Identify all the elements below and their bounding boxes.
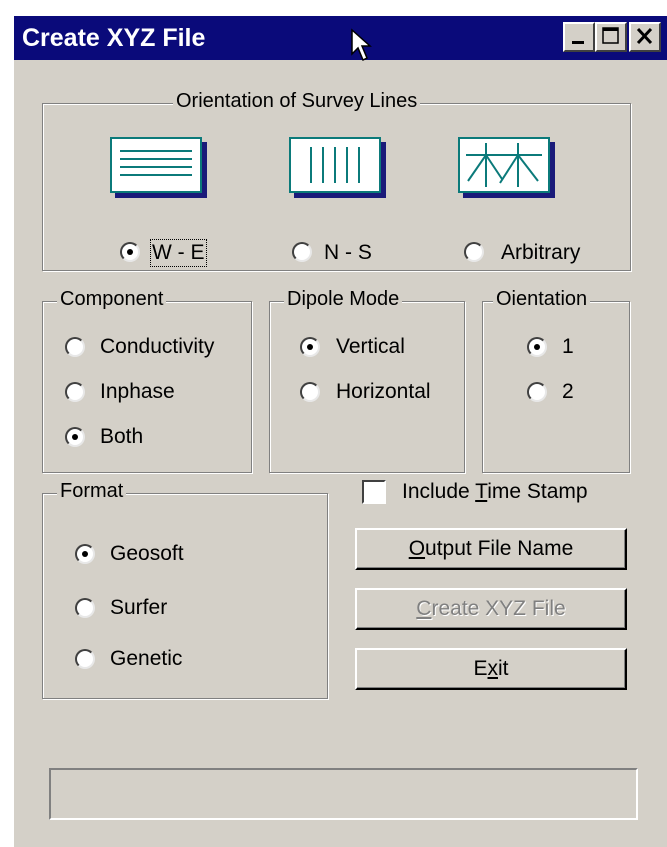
title-bar[interactable]: Create XYZ File — [14, 16, 667, 60]
maximize-icon — [602, 27, 619, 44]
we-label[interactable]: W - E — [150, 239, 207, 267]
create-xyz-file-button[interactable]: Create XYZ File — [355, 588, 627, 630]
timestamp-label[interactable]: Include Time Stamp — [402, 480, 588, 504]
horizontal-label[interactable]: Horizontal — [336, 380, 431, 404]
geosoft-radio[interactable] — [75, 544, 95, 564]
inphase-label[interactable]: Inphase — [100, 380, 175, 404]
ns-tile[interactable] — [289, 137, 381, 193]
vertical-radio[interactable] — [300, 337, 320, 357]
exit-button-key: x — [487, 657, 499, 680]
vertical-label[interactable]: Vertical — [336, 335, 405, 359]
surfer-radio[interactable] — [75, 598, 95, 618]
format-legend: Format — [57, 480, 127, 503]
arbitrary-tile[interactable] — [458, 137, 550, 193]
orientation-legend: Orientation of Survey Lines — [173, 90, 421, 113]
format-group: Format Geosoft Surfer Genetic — [42, 480, 328, 699]
mouse-pointer-icon — [351, 28, 372, 62]
component-legend: Component — [57, 288, 167, 311]
inphase-radio[interactable] — [65, 382, 85, 402]
oientation-2-radio[interactable] — [527, 382, 547, 402]
ns-label[interactable]: N - S — [324, 241, 372, 265]
surfer-label[interactable]: Surfer — [110, 596, 167, 620]
oientation-group: Oientation 1 2 — [482, 288, 630, 473]
create-button-key: C — [416, 597, 432, 620]
conductivity-radio[interactable] — [65, 337, 85, 357]
output-button-rest: utput File Name — [425, 537, 574, 560]
oientation-1-label[interactable]: 1 — [562, 335, 574, 359]
radio-dot — [127, 249, 133, 255]
dipole-mode-legend: Dipole Mode — [284, 288, 403, 311]
radio-dot — [307, 344, 313, 350]
ns-radio[interactable] — [292, 242, 312, 262]
minimize-button[interactable] — [563, 22, 595, 52]
radio-dot — [82, 551, 88, 557]
create-button-rest: reate XYZ File — [431, 597, 566, 620]
exit-button-pre: E — [473, 657, 488, 680]
horizontal-radio[interactable] — [300, 382, 320, 402]
we-radio[interactable] — [120, 242, 140, 262]
geosoft-label[interactable]: Geosoft — [110, 542, 184, 566]
timestamp-label-key: T — [475, 480, 488, 503]
oientation-legend: Oientation — [493, 288, 591, 311]
dipole-mode-group: Dipole Mode Vertical Horizontal — [269, 288, 465, 473]
we-tile[interactable] — [110, 137, 202, 193]
orientation-group: Orientation of Survey Lines W - E N - S … — [42, 90, 631, 271]
output-file-name-button[interactable]: Output File Name — [355, 528, 627, 570]
oientation-2-label[interactable]: 2 — [562, 380, 574, 404]
vertical-lines-icon — [310, 147, 360, 183]
create-xyz-dialog: Create XYZ File Orientation of Survey Li… — [14, 16, 667, 847]
horizontal-lines-icon — [120, 150, 192, 176]
exit-button-post: it — [498, 657, 509, 680]
exit-button[interactable]: Exit — [355, 648, 627, 690]
radio-dot — [534, 344, 540, 350]
arbitrary-radio[interactable] — [464, 242, 484, 262]
both-label[interactable]: Both — [100, 425, 143, 449]
arbitrary-lines-icon — [466, 143, 542, 187]
genetic-label[interactable]: Genetic — [110, 647, 182, 671]
component-group: Component Conductivity Inphase Both — [42, 288, 252, 473]
maximize-button[interactable] — [595, 22, 627, 52]
timestamp-label-post: ime Stamp — [487, 480, 588, 503]
radio-dot — [72, 434, 78, 440]
close-icon — [636, 27, 653, 45]
timestamp-checkbox[interactable] — [362, 480, 386, 504]
output-button-key: O — [408, 537, 426, 560]
timestamp-label-pre: Include — [402, 480, 476, 503]
status-bar — [49, 768, 638, 820]
window-title: Create XYZ File — [22, 24, 206, 52]
both-radio[interactable] — [65, 427, 85, 447]
conductivity-label[interactable]: Conductivity — [100, 335, 214, 359]
minimize-icon — [572, 41, 584, 44]
close-button[interactable] — [629, 22, 661, 52]
genetic-radio[interactable] — [75, 649, 95, 669]
arbitrary-label[interactable]: Arbitrary — [501, 241, 580, 265]
oientation-1-radio[interactable] — [527, 337, 547, 357]
